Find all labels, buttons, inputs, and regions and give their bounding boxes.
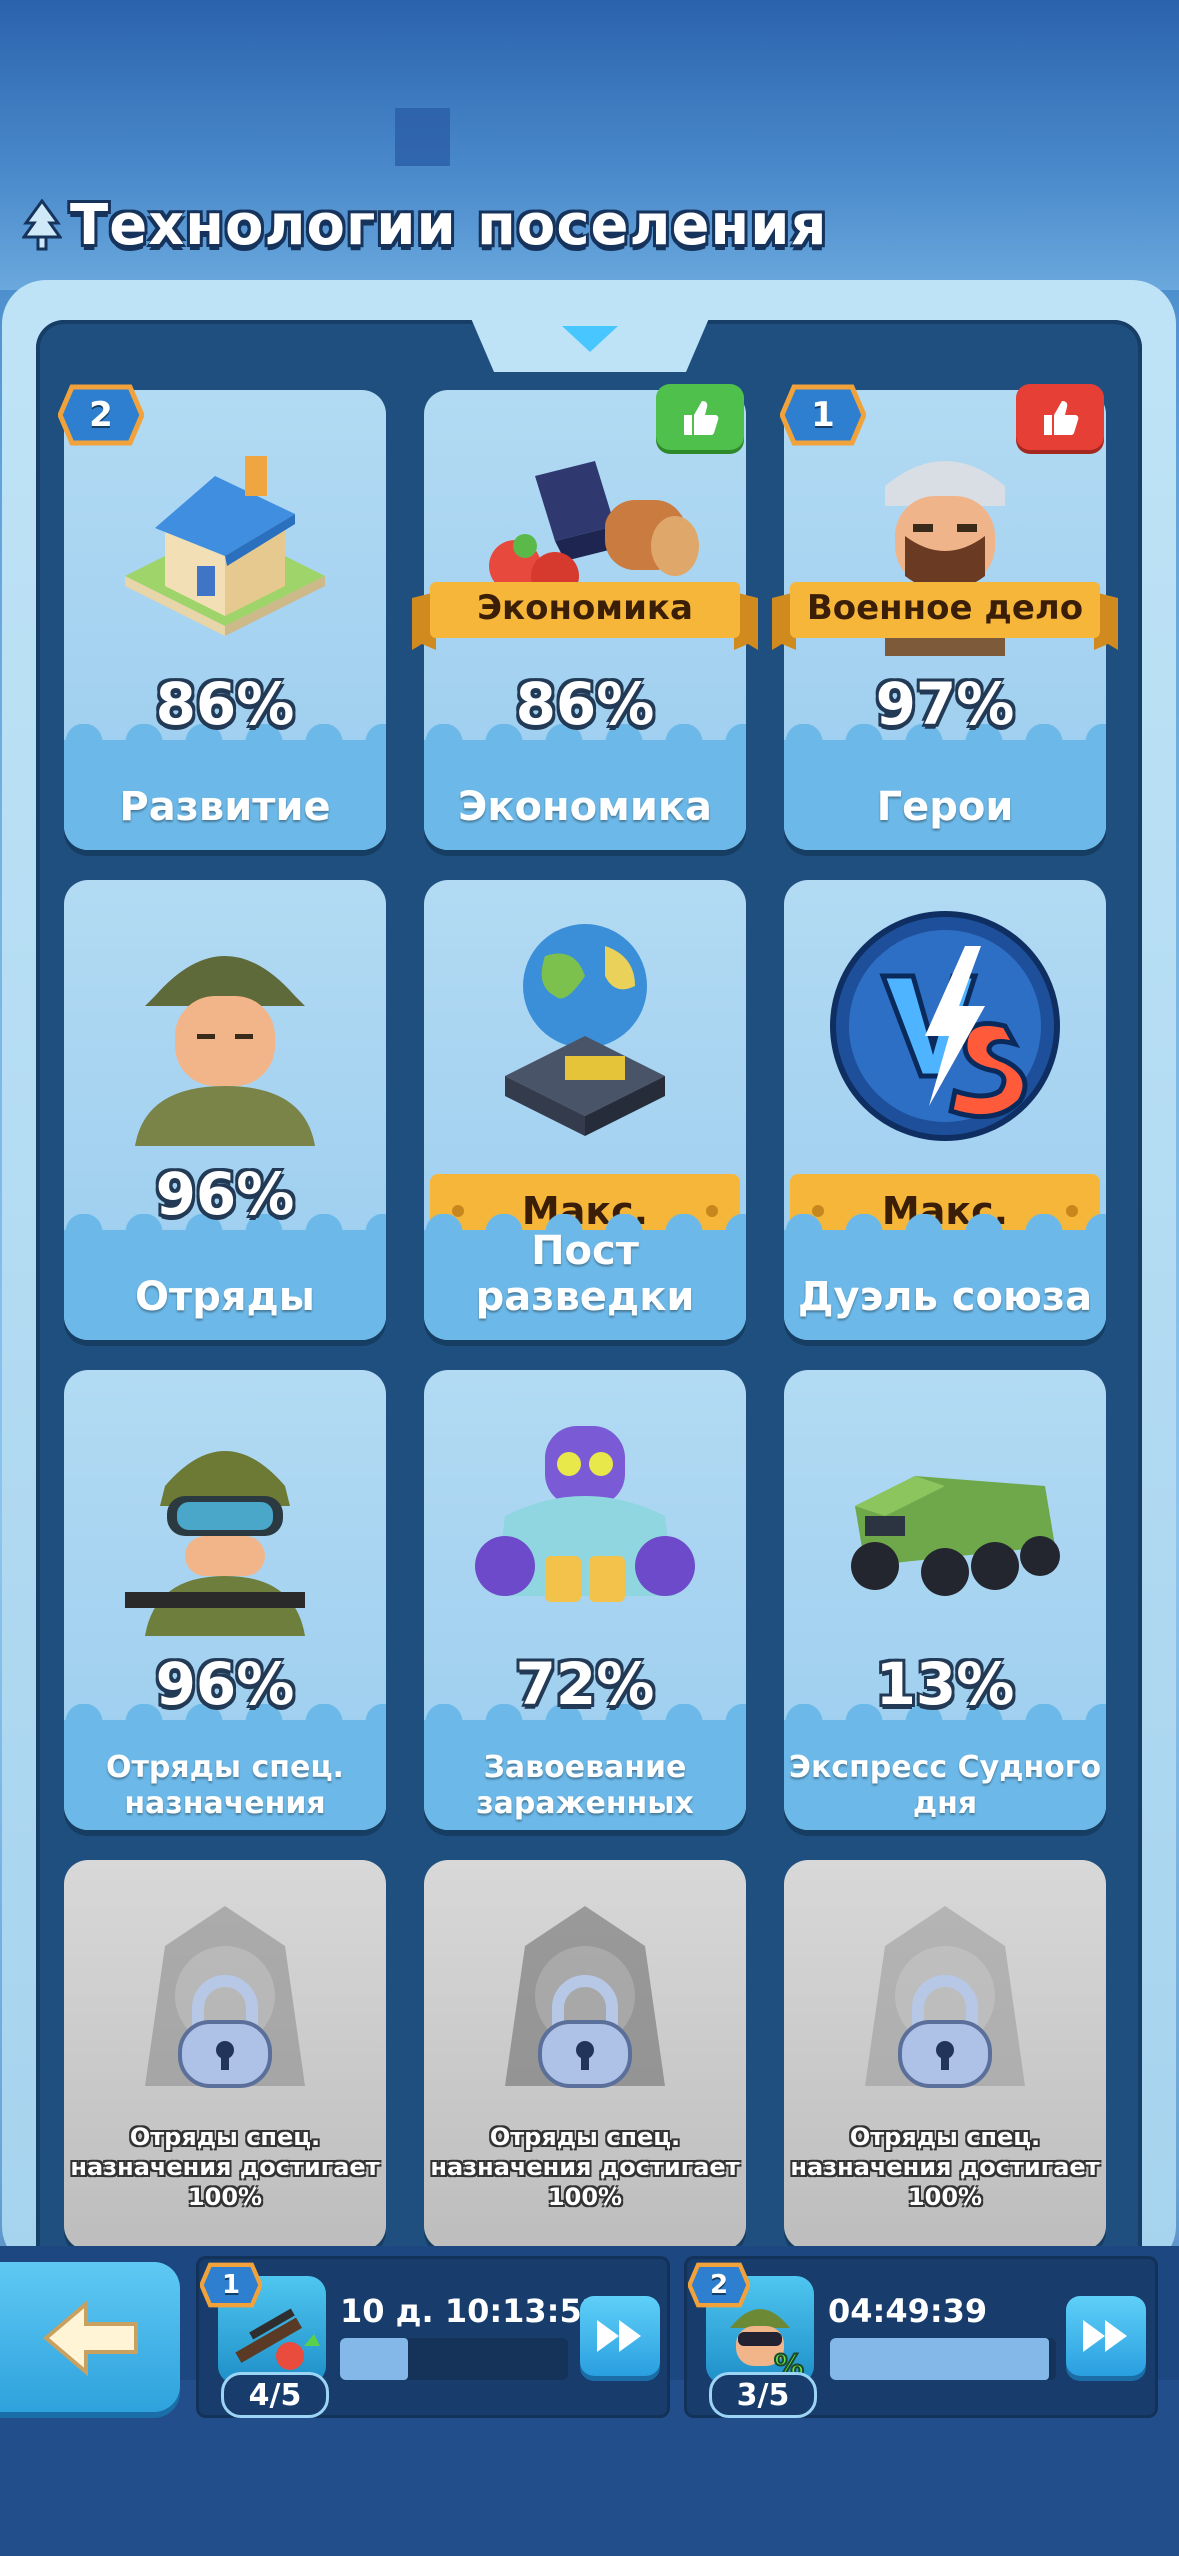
queue-count: 3/5	[709, 2372, 817, 2418]
queue-slot-badge: 1	[199, 2262, 263, 2308]
house-icon	[125, 456, 325, 636]
tech-card-locked[interactable]: Отряды спец. назначения достигает 100%	[784, 1860, 1106, 2250]
tech-card-alliance-duel[interactable]: Макс. Дуэль союза	[784, 880, 1106, 1340]
tech-card-locked[interactable]: Отряды спец. назначения достигает 100%	[424, 1860, 746, 2250]
lock-icon	[178, 1975, 272, 2088]
queue-progress-fill	[340, 2338, 409, 2380]
card-label: Отряды спец. назначения	[106, 1750, 344, 1821]
unlock-requirement: Отряды спец. назначения достигает 100%	[70, 2123, 380, 2211]
tech-card-doomsday-express[interactable]: 13% Экспресс Судного дня	[784, 1370, 1106, 1830]
lock-icon	[538, 1975, 632, 2088]
queue-slot-badge: 2	[687, 2262, 751, 2308]
card-progress: 96%	[155, 1650, 295, 1718]
page-title-text: Технологии поселения	[70, 192, 828, 258]
queue-progress-bar	[340, 2338, 568, 2380]
queue-progress-fill	[830, 2338, 1050, 2380]
card-label: Экспресс Судного дня	[788, 1750, 1102, 1821]
fast-forward-icon	[1083, 2320, 1127, 2352]
card-label: Герои	[876, 784, 1014, 830]
card-label: Экономика	[458, 784, 712, 830]
category-ribbon: Военное дело	[772, 578, 1118, 650]
card-progress: 97%	[875, 670, 1015, 738]
zombie-icon	[475, 1426, 695, 1602]
tech-card-recon-post[interactable]: Макс. Пост разведки	[424, 880, 746, 1340]
tech-card-infected-conquest[interactable]: 72% Завоевание зараженных	[424, 1370, 746, 1830]
card-progress: 96%	[155, 1160, 295, 1228]
queue-count: 4/5	[221, 2372, 329, 2418]
back-button[interactable]	[0, 2262, 180, 2412]
like-green-icon	[656, 384, 744, 450]
tech-card-troops[interactable]: 96% Отряды	[64, 880, 386, 1340]
queue-timer: 10 д. 10:13:52	[340, 2292, 604, 2330]
card-label: Завоевание зараженных	[476, 1750, 694, 1821]
arrow-left-icon	[42, 2299, 138, 2377]
level-badge: 1	[779, 384, 867, 446]
queue-timer: 04:49:39	[828, 2292, 988, 2330]
speed-up-button[interactable]	[580, 2296, 660, 2376]
versus-icon	[830, 911, 1060, 1141]
card-label: Пост разведки	[475, 1228, 695, 1320]
card-progress: 86%	[515, 670, 655, 738]
soldier-icon	[135, 956, 315, 1146]
globe-station-icon	[505, 924, 665, 1136]
tech-card-development[interactable]: 86% Развитие	[64, 390, 386, 850]
page-title: Технологии поселения	[22, 190, 827, 260]
card-label: Развитие	[119, 784, 331, 830]
queue-progress-bar	[830, 2338, 1056, 2380]
fast-forward-icon	[597, 2320, 641, 2352]
card-label: Отряды	[135, 1274, 315, 1320]
tech-card-special-forces[interactable]: 96% Отряды спец. назначения	[64, 1370, 386, 1830]
card-progress: 86%	[155, 670, 295, 738]
tech-card-locked[interactable]: Отряды спец. назначения достигает 100%	[64, 1860, 386, 2250]
card-label: Дуэль союза	[797, 1274, 1093, 1320]
lock-icon	[898, 1975, 992, 2088]
category-ribbon: Экономика	[412, 578, 758, 650]
speed-up-button[interactable]	[1066, 2296, 1146, 2376]
like-red-icon	[1016, 384, 1104, 450]
armored-truck-icon	[851, 1476, 1060, 1596]
collapse-arrow-icon[interactable]	[562, 326, 618, 352]
tree-icon	[22, 199, 62, 251]
card-progress: 72%	[515, 1650, 655, 1718]
level-badge: 2	[57, 384, 145, 446]
special-forces-icon	[125, 1451, 305, 1636]
unlock-requirement: Отряды спец. назначения достигает 100%	[790, 2123, 1100, 2211]
unlock-requirement: Отряды спец. назначения достигает 100%	[430, 2123, 740, 2211]
card-progress: 13%	[875, 1650, 1015, 1718]
